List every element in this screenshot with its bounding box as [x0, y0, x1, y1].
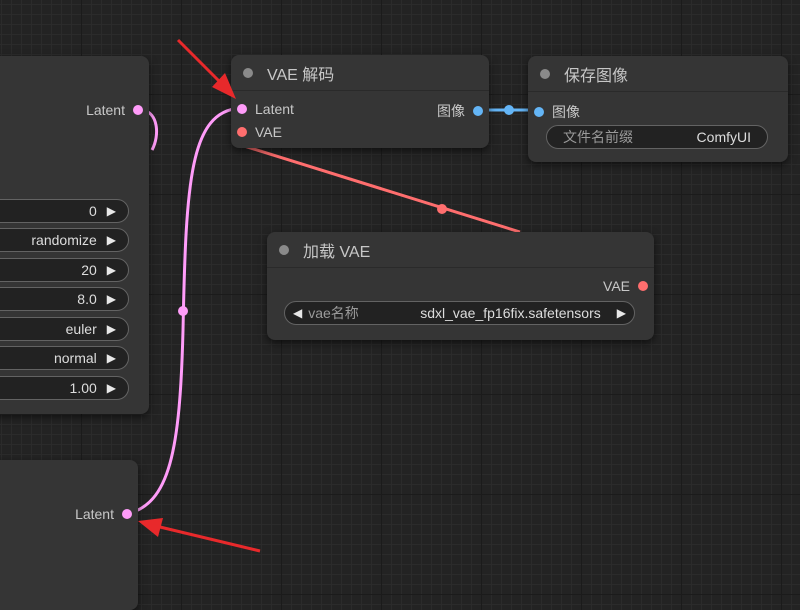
vae-decode-input-latent[interactable]: Latent	[237, 101, 294, 117]
sampler-name-value: euler	[65, 321, 97, 337]
sampler-name-widget[interactable]: euler ▶	[0, 317, 129, 341]
empty-latent-node[interactable]: Latent	[0, 460, 138, 610]
vae-name-value: sdxl_vae_fp16fix.safetensors	[420, 305, 601, 321]
empty-latent-output-latent[interactable]: Latent	[75, 506, 132, 522]
ksampler-output-latent[interactable]: Latent	[86, 102, 143, 118]
vae-link-midpoint[interactable]	[437, 204, 447, 214]
vae-decode-input-latent-label: Latent	[255, 101, 294, 117]
cfg-value: 8.0	[77, 291, 97, 307]
next-arrow-icon[interactable]: ▶	[107, 351, 116, 365]
seed-widget[interactable]: 0 ▶	[0, 199, 129, 223]
load-vae-output-vae-label: VAE	[603, 278, 630, 294]
vae-input-dot[interactable]	[237, 127, 247, 137]
vae-decode-title-bar[interactable]: VAE 解码	[231, 55, 489, 91]
next-arrow-icon[interactable]: ▶	[107, 322, 116, 336]
save-image-title-bar[interactable]: 保存图像	[528, 56, 788, 92]
cfg-widget[interactable]: 8.0 ▶	[0, 287, 129, 311]
vae-name-widget[interactable]: ◀ vae名称 sdxl_vae_fp16fix.safetensors ▶	[284, 301, 635, 325]
collapse-dot-icon[interactable]	[279, 244, 289, 255]
vae-decode-output-image-label: 图像	[437, 103, 465, 119]
save-image-title: 保存图像	[564, 67, 629, 85]
steps-widget[interactable]: 20 ▶	[0, 258, 129, 282]
image-input-dot[interactable]	[534, 107, 544, 117]
filename-prefix-label: 文件名前缀	[563, 129, 633, 145]
save-image-input-image-label: 图像	[552, 104, 580, 120]
save-image-node[interactable]: 保存图像 图像 文件名前缀 ComfyUI	[528, 56, 788, 162]
previous-arrow-icon[interactable]: ◀	[293, 306, 302, 320]
next-arrow-icon[interactable]: ▶	[617, 306, 626, 320]
image-output-dot[interactable]	[473, 106, 483, 116]
latent-link-midpoint[interactable]	[178, 306, 188, 316]
vae-decode-input-vae-label: VAE	[255, 124, 282, 140]
next-arrow-icon[interactable]: ▶	[107, 233, 116, 247]
vae-name-label: vae名称	[308, 305, 359, 321]
ksampler-node[interactable]: Latent 0 ▶ randomize ▶ 20 ▶ 8.0 ▶ euler …	[0, 56, 149, 414]
collapse-dot-icon[interactable]	[540, 68, 550, 79]
empty-latent-output-latent-label: Latent	[75, 506, 114, 522]
filename-prefix-widget[interactable]: 文件名前缀 ComfyUI	[546, 125, 768, 149]
denoise-widget[interactable]: 1.00 ▶	[0, 376, 129, 400]
vae-decode-title: VAE 解码	[267, 66, 335, 84]
control-after-generate-value: randomize	[31, 232, 97, 248]
vae-link[interactable]	[243, 144, 521, 234]
steps-value: 20	[81, 262, 97, 278]
scheduler-widget[interactable]: normal ▶	[0, 346, 129, 370]
load-vae-title: 加载 VAE	[303, 243, 371, 261]
image-link-midpoint[interactable]	[504, 105, 514, 115]
ksampler-output-latent-label: Latent	[86, 102, 125, 118]
load-vae-title-bar[interactable]: 加载 VAE	[267, 232, 654, 268]
filename-prefix-value: ComfyUI	[696, 129, 751, 145]
control-after-generate-widget[interactable]: randomize ▶	[0, 228, 129, 252]
collapse-dot-icon[interactable]	[243, 67, 253, 78]
latent-output-dot[interactable]	[133, 105, 143, 115]
load-vae-node[interactable]: 加载 VAE VAE ◀ vae名称 sdxl_vae_fp16fix.safe…	[267, 232, 654, 340]
increment-arrow-icon[interactable]: ▶	[107, 292, 116, 306]
seed-value: 0	[88, 203, 97, 219]
increment-arrow-icon[interactable]: ▶	[107, 381, 116, 395]
vae-decode-node[interactable]: VAE 解码 Latent VAE 图像	[231, 55, 489, 148]
save-image-input-image[interactable]: 图像	[534, 102, 580, 122]
increment-arrow-icon[interactable]: ▶	[107, 204, 116, 218]
denoise-value: 1.00	[69, 380, 97, 396]
load-vae-output-vae[interactable]: VAE	[603, 278, 648, 294]
vae-decode-output-image[interactable]: 图像	[437, 101, 483, 121]
vae-decode-input-vae[interactable]: VAE	[237, 124, 282, 140]
vae-output-dot[interactable]	[638, 281, 648, 291]
latent-output-dot[interactable]	[122, 509, 132, 519]
scheduler-value: normal	[53, 350, 97, 366]
latent-input-dot[interactable]	[237, 104, 247, 114]
increment-arrow-icon[interactable]: ▶	[107, 263, 116, 277]
